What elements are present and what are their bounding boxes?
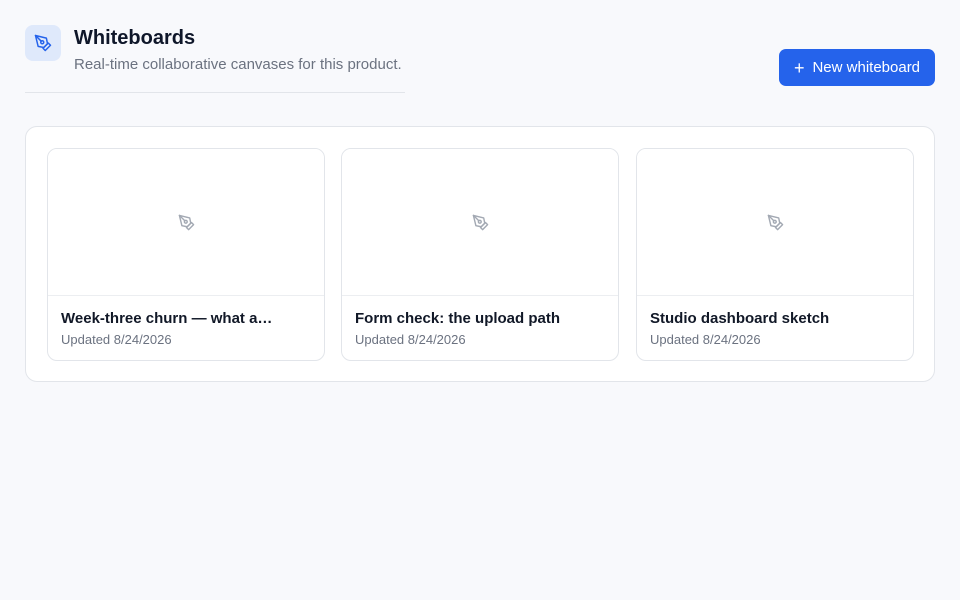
whiteboard-title: Week-three churn — what a… [61, 310, 273, 327]
whiteboard-preview [342, 149, 618, 296]
whiteboard-title: Form check: the upload path [355, 310, 561, 327]
pen-tool-icon [178, 214, 194, 230]
page-title: Whiteboards [74, 27, 196, 49]
whiteboard-updated: Updated 8/24/2026 [61, 332, 172, 347]
pen-tool-icon [767, 214, 783, 230]
plus-icon: + [793, 57, 805, 78]
new-whiteboard-button[interactable]: + New whiteboard [779, 49, 935, 86]
new-whiteboard-label: New whiteboard [812, 59, 921, 76]
whiteboard-updated: Updated 8/24/2026 [650, 332, 761, 347]
page-subtitle: Real-time collaborative canvases for thi… [74, 56, 402, 73]
whiteboard-card[interactable]: Form check: the upload path Updated 8/24… [341, 148, 619, 361]
pen-tool-icon [472, 214, 488, 230]
whiteboards-page: Whiteboards Real-time collaborative canv… [0, 0, 960, 600]
whiteboard-updated: Updated 8/24/2026 [355, 332, 466, 347]
whiteboard-card[interactable]: Week-three churn — what a… Updated 8/24/… [47, 148, 325, 361]
pen-tool-icon [25, 25, 61, 61]
whiteboard-preview [48, 149, 324, 296]
page-header: Whiteboards Real-time collaborative canv… [25, 25, 405, 93]
whiteboard-card[interactable]: Studio dashboard sketch Updated 8/24/202… [636, 148, 914, 361]
whiteboard-preview [637, 149, 913, 296]
whiteboard-title: Studio dashboard sketch [650, 310, 830, 327]
whiteboard-grid: Week-three churn — what a… Updated 8/24/… [25, 126, 935, 382]
